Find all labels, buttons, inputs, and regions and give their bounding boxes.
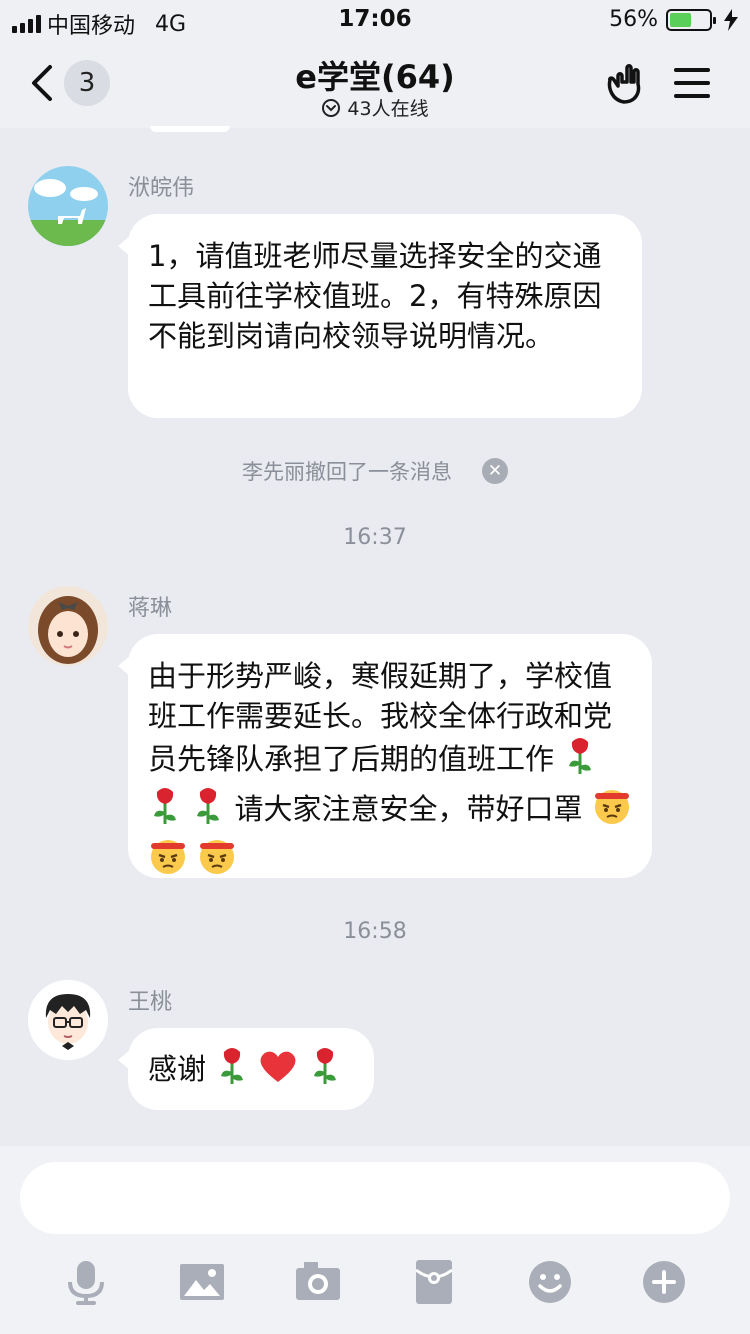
menu-icon[interactable]: [674, 68, 710, 98]
rose-emoji-icon: [191, 786, 225, 836]
plus-icon[interactable]: [640, 1258, 688, 1306]
horse-landscape-avatar-image: [28, 166, 108, 246]
charging-icon: [724, 8, 738, 31]
avatar[interactable]: [28, 980, 108, 1060]
emoji-icon[interactable]: [526, 1258, 574, 1306]
chevron-down-circle-icon: [322, 98, 341, 117]
rose-emoji-icon: [563, 736, 597, 786]
previous-message-edge: [150, 126, 230, 132]
battery-icon: [666, 8, 716, 31]
determined-face-emoji-icon: [197, 836, 237, 886]
avatar[interactable]: [28, 586, 108, 666]
battery-fill: [670, 12, 692, 27]
determined-face-emoji-icon: [592, 786, 632, 836]
message-bubble[interactable]: 感谢: [118, 1028, 374, 1110]
status-right: 56%: [609, 7, 738, 32]
sender-name: 洑皖伟: [128, 176, 195, 201]
timestamp: 16:58: [343, 919, 407, 944]
hand-gesture-icon[interactable]: [604, 62, 644, 106]
message-text: 1，请值班老师尽量选择安全的交通工具前往学校值班。2，有特殊原因不能到岗请向校领…: [148, 239, 602, 353]
rose-emoji-icon: [308, 1046, 342, 1096]
message-text: 请大家注意安全，带好口罩: [234, 792, 583, 826]
rose-emoji-icon: [215, 1046, 249, 1096]
red-packet-icon[interactable]: [410, 1258, 458, 1306]
message-text: 由于形势严峻，寒假延期了，学校值班工作需要延长。我校全体行政和党员先锋队承担了后…: [148, 659, 613, 776]
chat-header: 3 e学堂(64) 43人在线: [0, 40, 750, 128]
recall-notice: 李先丽撤回了一条消息 ✕: [0, 456, 750, 486]
heart-emoji-icon: [258, 1048, 298, 1094]
camera-icon[interactable]: [294, 1258, 342, 1306]
rose-emoji-icon: [148, 786, 182, 836]
message-input[interactable]: [20, 1162, 730, 1234]
boy-cartoon-avatar-image: [28, 980, 108, 1060]
online-count: 43人在线: [347, 98, 429, 120]
input-bar: [0, 1146, 750, 1334]
avatar[interactable]: [28, 166, 108, 246]
battery-percent: 56%: [609, 7, 658, 32]
sender-name: 王桃: [128, 990, 173, 1015]
message-text: 感谢: [148, 1052, 207, 1086]
image-icon[interactable]: [178, 1258, 226, 1306]
determined-face-emoji-icon: [148, 836, 188, 886]
timestamp: 16:37: [343, 525, 407, 550]
message-bubble[interactable]: 由于形势严峻，寒假延期了，学校值班工作需要延长。我校全体行政和党员先锋队承担了后…: [118, 634, 652, 878]
recall-text: 李先丽撤回了一条消息: [242, 460, 452, 484]
status-bar: 中国移动 4G 17:06 56%: [0, 0, 750, 40]
girl-cartoon-avatar-image: [28, 586, 108, 666]
mic-icon[interactable]: [62, 1258, 110, 1306]
sender-name: 蒋琳: [128, 596, 173, 621]
message-bubble[interactable]: 1，请值班老师尽量选择安全的交通工具前往学校值班。2，有特殊原因不能到岗请向校领…: [118, 214, 642, 418]
close-icon[interactable]: ✕: [482, 458, 508, 484]
